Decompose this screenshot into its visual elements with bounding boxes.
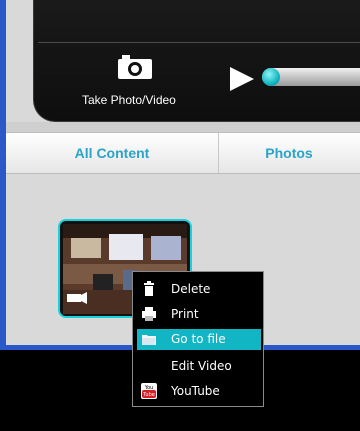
trash-icon — [144, 281, 154, 296]
tab-all-content[interactable]: All Content — [6, 133, 219, 173]
menu-item-edit-video[interactable]: Edit Video — [137, 356, 261, 377]
menu-item-label: Go to file — [171, 332, 226, 346]
take-photo-video-label[interactable]: Take Photo/Video — [82, 93, 176, 107]
content-tab-bar: All Content Photos — [6, 132, 360, 174]
tab-photos[interactable]: Photos — [218, 133, 360, 173]
svg-text:You: You — [144, 385, 154, 391]
printer-icon — [142, 307, 156, 321]
menu-item-youtube[interactable]: You Tube YouTube — [137, 381, 261, 402]
menu-item-label: Edit Video — [171, 359, 232, 373]
youtube-icon: You Tube — [141, 383, 157, 399]
menu-item-delete[interactable]: Delete — [137, 279, 261, 300]
menu-item-label: Delete — [171, 282, 211, 296]
folder-icon — [142, 335, 156, 345]
scrubber-knob[interactable] — [262, 68, 280, 86]
menu-item-print[interactable]: Print — [137, 304, 261, 325]
context-menu: Delete Print Go to file Edit Video You T… — [132, 271, 264, 407]
panel-gap — [6, 122, 360, 132]
menu-item-label: Print — [171, 307, 199, 321]
menu-item-label: YouTube — [171, 384, 220, 398]
svg-text:Tube: Tube — [142, 392, 155, 398]
play-icon[interactable] — [228, 66, 256, 92]
menu-item-go-to-file[interactable]: Go to file — [137, 329, 261, 350]
camera-panel-divider — [38, 42, 360, 43]
camera-icon[interactable] — [118, 55, 152, 79]
